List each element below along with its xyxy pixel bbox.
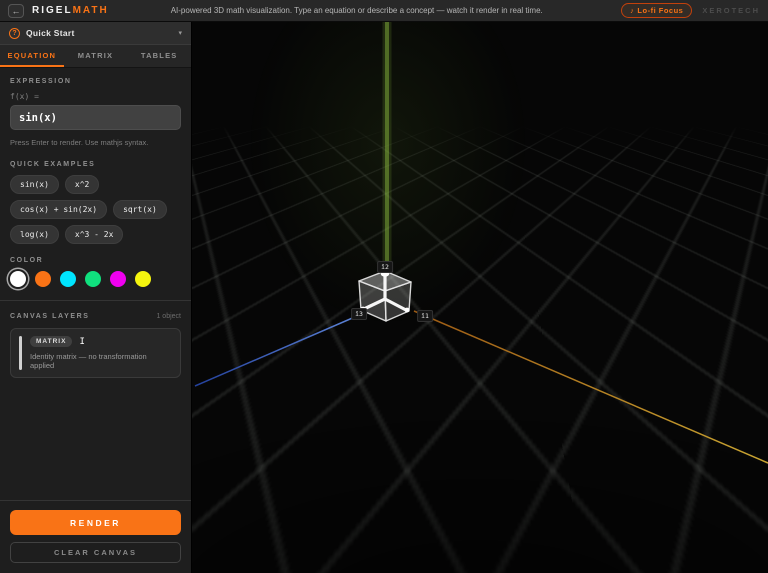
layers-count-badge: 1 object: [156, 313, 181, 320]
lofi-focus-button[interactable]: ♪ Lo-fi Focus: [621, 3, 692, 18]
color-swatch-green[interactable]: [85, 271, 101, 287]
header-tagline: AI-powered 3D math visualization. Type a…: [171, 6, 543, 15]
z-axis-line: [195, 313, 364, 386]
color-swatch-cyan[interactable]: [60, 271, 76, 287]
layer-description: Identity matrix — no transformation appl…: [30, 352, 172, 370]
viewport-3d-canvas[interactable]: î2 î3 î1: [192, 22, 768, 573]
layer-title-row: MATRIX I: [30, 336, 172, 347]
matrix-symbol: I: [79, 337, 84, 347]
lofi-focus-label: Lo-fi Focus: [637, 6, 683, 15]
canvas-layers-label: CANVAS LAYERS: [10, 313, 90, 320]
header-bar: ← RIGELMATH AI-powered 3D math visualiza…: [0, 0, 768, 22]
y-axis-label-badge: î2: [377, 261, 393, 273]
matrix-type-badge: MATRIX: [30, 336, 72, 347]
tab-equation[interactable]: EQUATION: [0, 45, 64, 67]
example-pill[interactable]: x^2: [65, 175, 99, 194]
logo-part-math: MATH: [73, 5, 109, 16]
vendor-label: XEROTECH: [702, 6, 760, 15]
sidebar-footer: RENDER CLEAR CANVAS: [0, 500, 191, 573]
music-note-icon: ♪: [630, 6, 634, 15]
quick-start-label: Quick Start: [26, 28, 75, 38]
x-axis-label-badge: î1: [417, 310, 433, 322]
layer-accent-bar: [19, 336, 22, 370]
back-arrow-icon: ←: [12, 6, 21, 16]
layer-item-matrix[interactable]: MATRIX I Identity matrix — no transforma…: [10, 328, 181, 378]
color-swatch-magenta[interactable]: [110, 271, 126, 287]
color-swatches: [10, 271, 181, 287]
help-icon: ?: [9, 28, 20, 39]
layer-content: MATRIX I Identity matrix — no transforma…: [30, 336, 172, 370]
color-section-label: COLOR: [10, 257, 181, 264]
example-pill[interactable]: log(x): [10, 225, 59, 244]
example-pill[interactable]: sin(x): [10, 175, 59, 194]
quick-start-toggle[interactable]: ? Quick Start ▾: [0, 22, 191, 45]
axes-and-cube-scene: [192, 22, 768, 573]
color-swatch-yellow[interactable]: [135, 271, 151, 287]
quick-examples-list: sin(x) x^2 cos(x) + sin(2x) sqrt(x) log(…: [10, 175, 181, 244]
example-pill[interactable]: sqrt(x): [113, 200, 167, 219]
fx-label: f(x) =: [10, 92, 181, 101]
quick-examples-section-label: QUICK EXAMPLES: [10, 161, 181, 168]
section-divider: [0, 300, 191, 301]
chevron-down-icon: ▾: [178, 29, 182, 37]
canvas-layers-header: CANVAS LAYERS 1 object: [10, 313, 181, 320]
expression-hint: Press Enter to render. Use mathjs syntax…: [10, 138, 181, 147]
example-pill[interactable]: cos(x) + sin(2x): [10, 200, 107, 219]
sidebar: ? Quick Start ▾ EQUATION MATRIX TABLES E…: [0, 22, 192, 573]
app-window: ← RIGELMATH AI-powered 3D math visualiza…: [0, 0, 768, 573]
example-pill[interactable]: x^3 - 2x: [65, 225, 124, 244]
tab-tables[interactable]: TABLES: [127, 45, 191, 67]
color-swatch-orange[interactable]: [35, 271, 51, 287]
color-swatch-white[interactable]: [10, 271, 26, 287]
x-axis-line: [414, 311, 768, 463]
equation-panel: EXPRESSION f(x) = Press Enter to render.…: [0, 68, 191, 500]
logo-part-rigel: RIGEL: [32, 5, 73, 16]
expression-input[interactable]: [10, 105, 181, 130]
clear-canvas-button[interactable]: CLEAR CANVAS: [10, 542, 181, 563]
tab-matrix[interactable]: MATRIX: [64, 45, 128, 67]
back-button[interactable]: ←: [8, 4, 24, 18]
z-axis-label-badge: î3: [351, 308, 367, 320]
x-arrowhead: [405, 308, 410, 313]
expression-section-label: EXPRESSION: [10, 78, 181, 85]
sidebar-tabs: EQUATION MATRIX TABLES: [0, 45, 191, 68]
render-button[interactable]: RENDER: [10, 510, 181, 535]
header-actions: ♪ Lo-fi Focus XEROTECH: [621, 3, 760, 18]
app-logo: RIGELMATH: [32, 5, 109, 16]
